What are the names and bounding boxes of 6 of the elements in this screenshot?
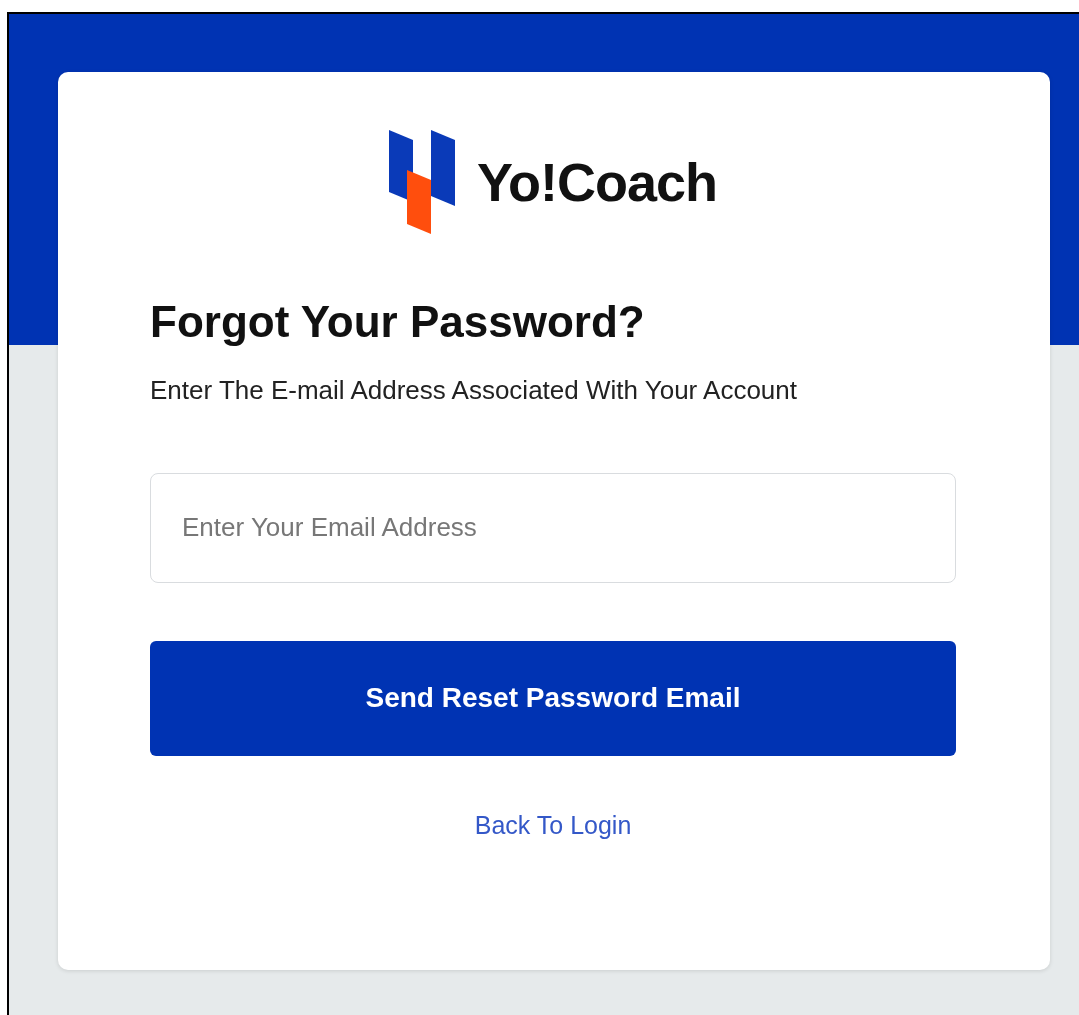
- instruction-text: Enter The E-mail Address Associated With Your Account: [150, 373, 798, 407]
- logo-text: Yo!Coach: [477, 151, 717, 213]
- email-field[interactable]: Enter Your Email Address: [150, 472, 956, 583]
- back-to-login-link[interactable]: Back To Login: [474, 810, 632, 839]
- submit-button[interactable]: Send Reset Password Email: [150, 640, 956, 756]
- page-heading: Forgot Your Password?: [150, 296, 646, 348]
